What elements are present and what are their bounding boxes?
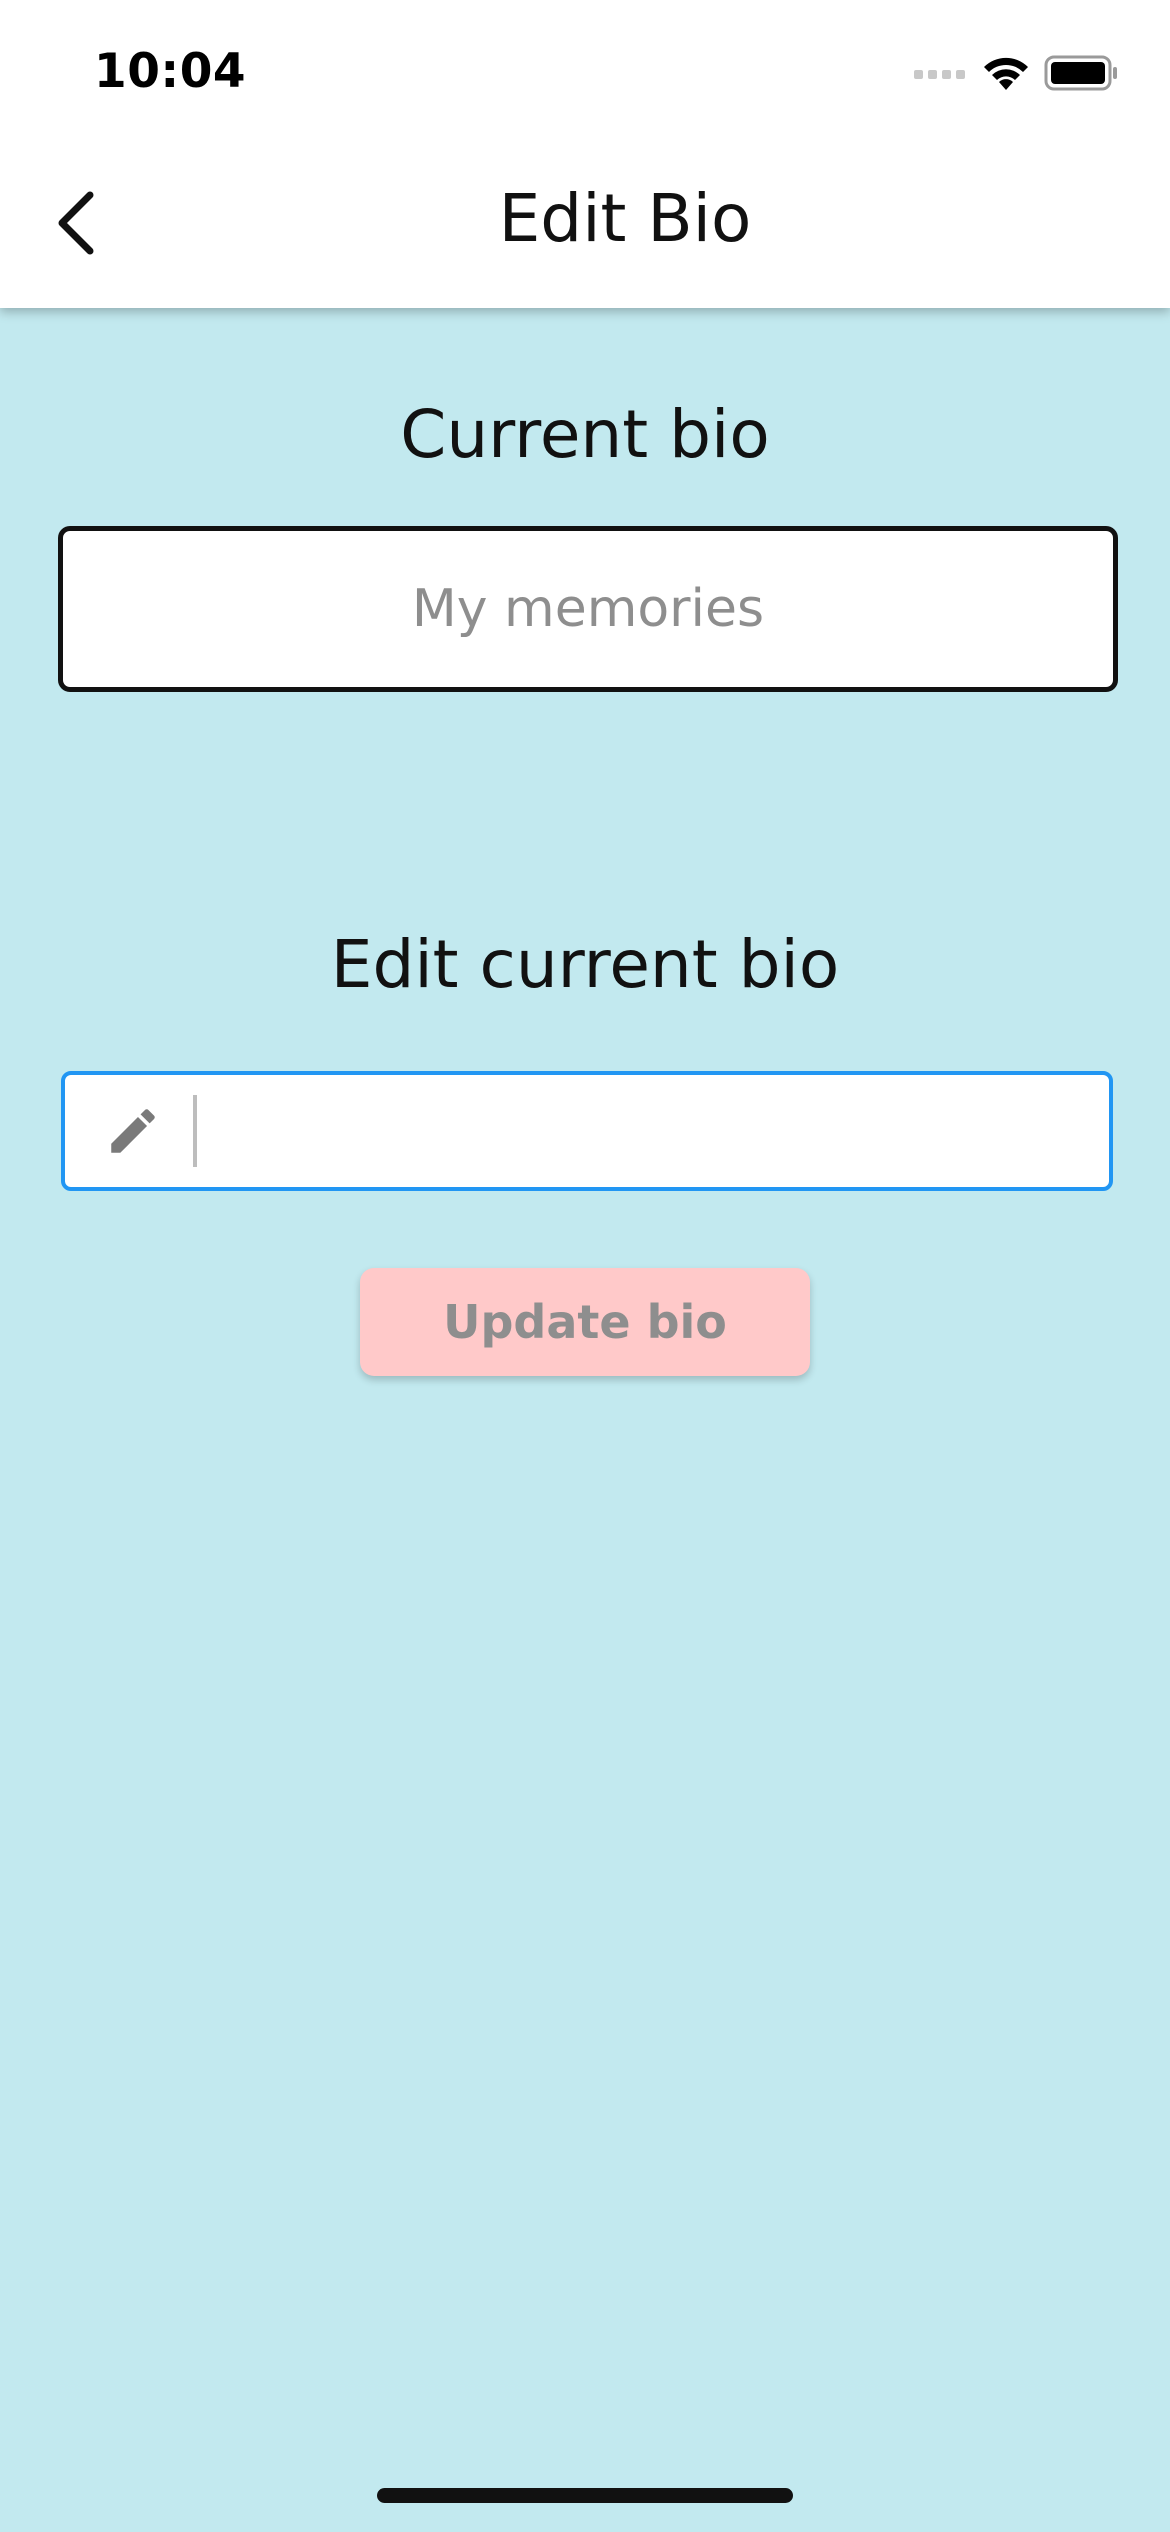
edit-bio-input[interactable] xyxy=(193,1095,1079,1167)
current-bio-value: My memories xyxy=(411,579,765,639)
edit-bio-label: Edit current bio xyxy=(330,926,840,1003)
status-icons xyxy=(914,52,1118,98)
edit-bio-field[interactable] xyxy=(61,1071,1113,1191)
page-title: Edit Bio xyxy=(498,180,752,257)
top-bar: 10:04 Edit Bio xyxy=(0,0,1170,308)
update-bio-button[interactable]: Update bio xyxy=(360,1268,810,1376)
battery-icon xyxy=(1044,55,1118,95)
wifi-icon xyxy=(982,54,1030,96)
current-bio-label: Current bio xyxy=(400,396,770,473)
home-indicator xyxy=(377,2488,793,2503)
current-bio-box: My memories xyxy=(58,526,1118,692)
signal-icon xyxy=(914,66,968,85)
status-time: 10:04 xyxy=(94,44,247,99)
pencil-icon xyxy=(103,1101,163,1161)
